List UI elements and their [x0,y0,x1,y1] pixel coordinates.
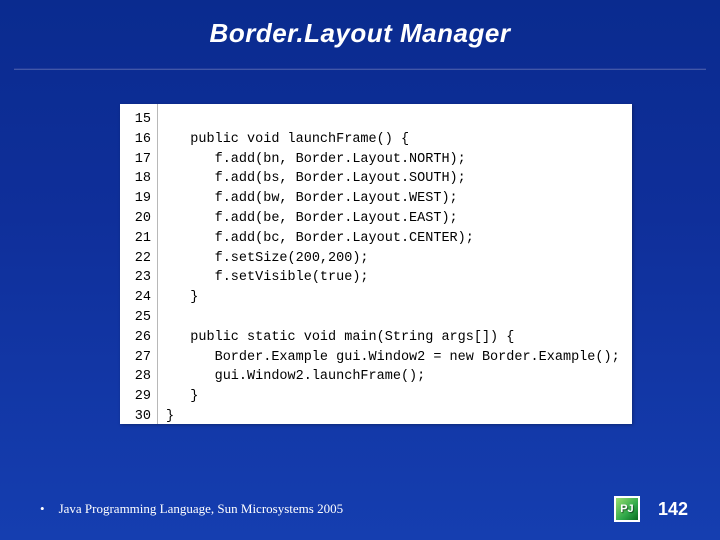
line-number: 30 [120,407,151,427]
code-line: } [166,407,620,427]
logo-icon: PJ [614,496,640,522]
line-number: 22 [120,249,151,269]
slide-title: Border.Layout Manager [0,0,720,49]
line-number: 25 [120,308,151,328]
line-number: 19 [120,189,151,209]
code-line: } [166,288,620,308]
footer: • Java Programming Language, Sun Microsy… [0,496,720,522]
code-lines: public void launchFrame() { f.add(bn, Bo… [158,104,620,424]
footer-bullet: • [40,501,45,517]
code-line [166,308,620,328]
line-number: 20 [120,209,151,229]
code-line: f.add(be, Border.Layout.EAST); [166,209,620,229]
line-number: 18 [120,169,151,189]
code-line: f.add(bw, Border.Layout.WEST); [166,189,620,209]
code-line: gui.Window2.launchFrame(); [166,367,620,387]
code-line: f.add(bn, Border.Layout.NORTH); [166,150,620,170]
line-number: 28 [120,367,151,387]
code-line: } [166,387,620,407]
code-line: Border.Example gui.Window2 = new Border.… [166,348,620,368]
line-number: 21 [120,229,151,249]
code-line: f.setSize(200,200); [166,249,620,269]
title-divider [14,68,706,70]
line-number: 26 [120,328,151,348]
line-number: 27 [120,348,151,368]
line-number: 15 [120,110,151,130]
line-number: 24 [120,288,151,308]
line-number-gutter: 15161718192021222324252627282930 [120,104,158,424]
footer-text: Java Programming Language, Sun Microsyst… [59,501,344,517]
code-line: f.setVisible(true); [166,268,620,288]
slide: Border.Layout Manager 151617181920212223… [0,0,720,540]
code-line: f.add(bs, Border.Layout.SOUTH); [166,169,620,189]
line-number: 16 [120,130,151,150]
code-line: public void launchFrame() { [166,130,620,150]
page-number: 142 [658,499,688,520]
line-number: 17 [120,150,151,170]
line-number: 23 [120,268,151,288]
line-number: 29 [120,387,151,407]
code-listing: 15161718192021222324252627282930 public … [120,104,632,424]
code-line [166,110,620,130]
code-line: public static void main(String args[]) { [166,328,620,348]
code-line: f.add(bc, Border.Layout.CENTER); [166,229,620,249]
